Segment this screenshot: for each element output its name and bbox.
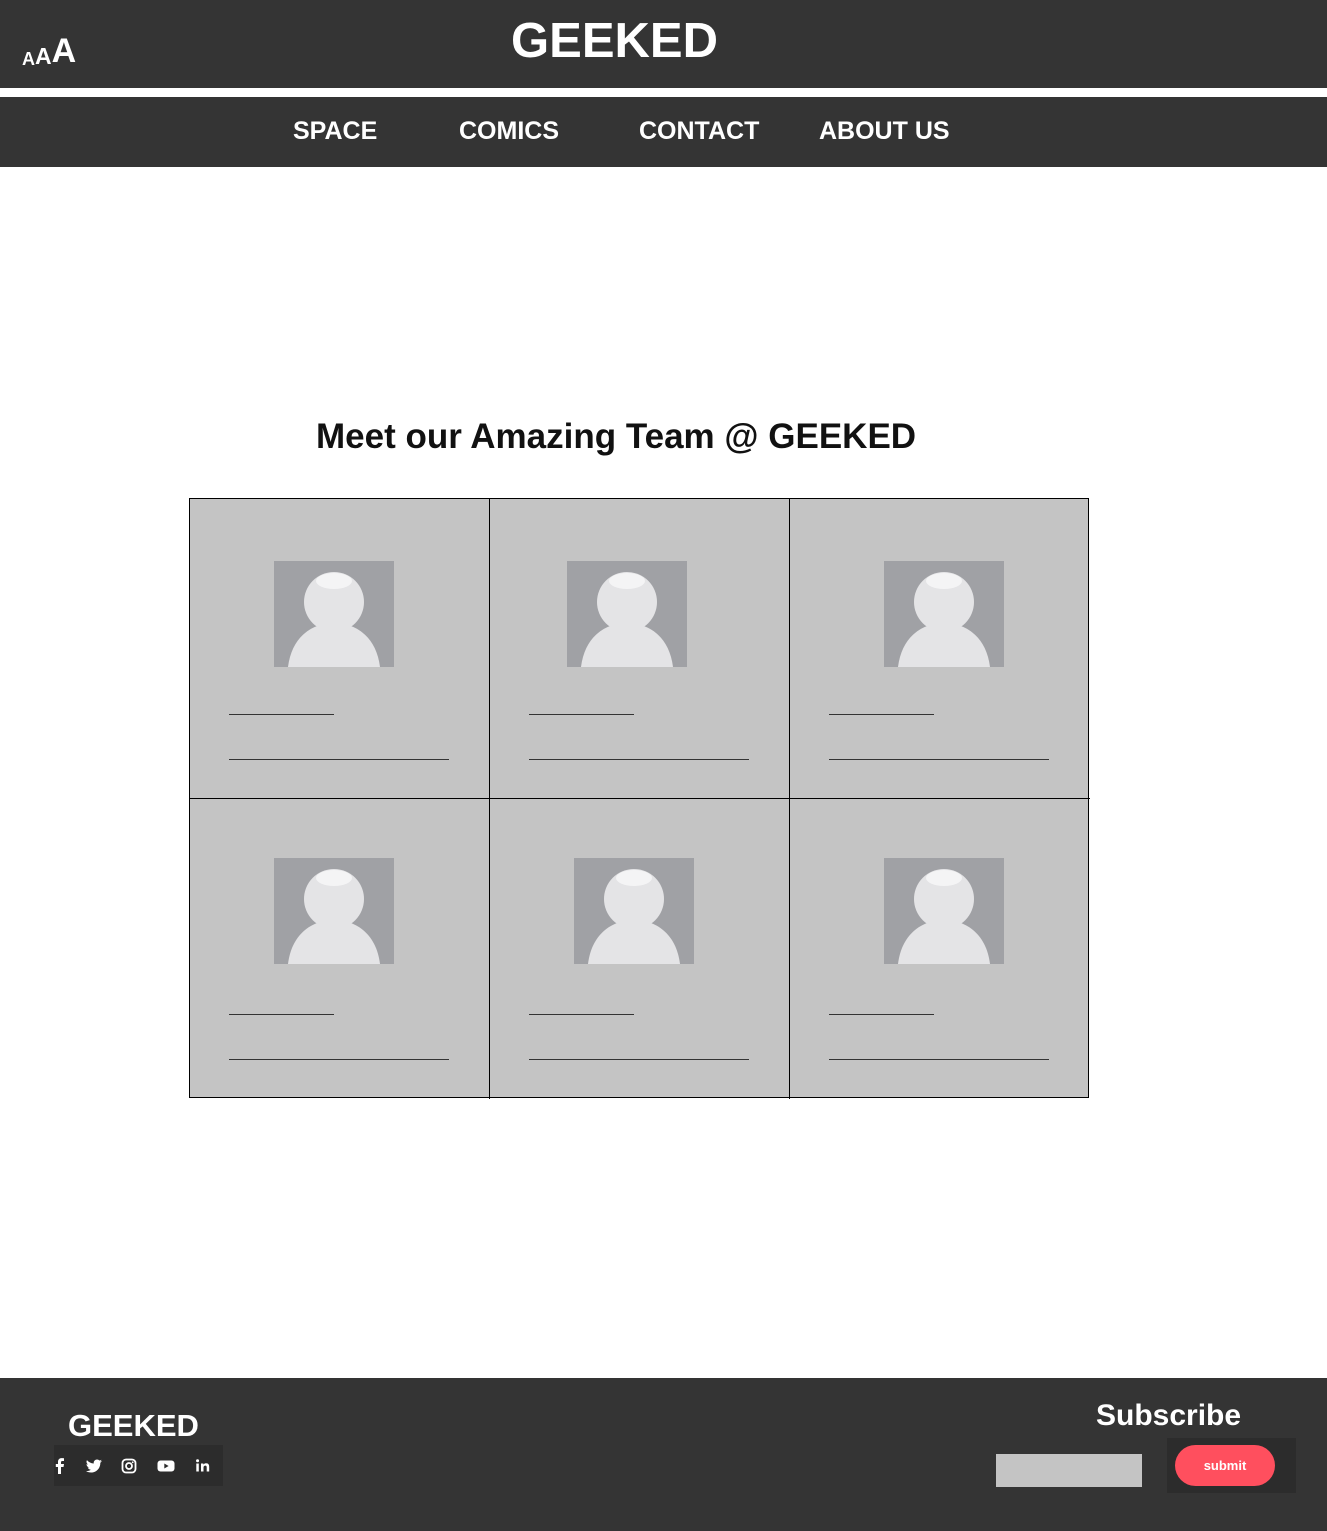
member-role-line	[829, 759, 1049, 760]
linkedin-icon[interactable]	[193, 1456, 213, 1476]
user-placeholder-icon	[274, 561, 394, 667]
submit-container: submit	[1167, 1438, 1296, 1493]
subscribe-title: Subscribe	[1096, 1399, 1242, 1432]
member-role-line	[229, 759, 449, 760]
facebook-icon[interactable]	[50, 1456, 70, 1476]
team-card	[790, 499, 1090, 799]
nav-item-comics[interactable]: COMICS	[459, 116, 559, 146]
footer: GEEKED Subscribe submit	[0, 1378, 1327, 1531]
nav-item-about-us[interactable]: ABOUT US	[819, 116, 950, 146]
user-placeholder-icon	[274, 858, 394, 964]
instagram-icon[interactable]	[119, 1456, 139, 1476]
member-role-line	[229, 1059, 449, 1060]
user-placeholder-icon	[884, 561, 1004, 667]
member-role-line	[529, 759, 749, 760]
team-card	[190, 799, 490, 1099]
member-name-line	[529, 714, 634, 715]
top-header: A A A GEEKED	[0, 0, 1327, 88]
team-card	[190, 499, 490, 799]
youtube-icon[interactable]	[156, 1456, 176, 1476]
team-heading: Meet our Amazing Team @ GEEKED	[316, 417, 917, 456]
subscribe-email-input[interactable]	[996, 1454, 1142, 1487]
team-grid	[189, 498, 1090, 1099]
nav-item-contact[interactable]: CONTACT	[639, 116, 759, 146]
member-name-line	[529, 1014, 634, 1015]
main-nav: SPACE COMICS CONTACT ABOUT US	[0, 97, 1327, 167]
nav-item-space[interactable]: SPACE	[293, 116, 377, 146]
member-name-line	[829, 1014, 934, 1015]
user-placeholder-icon	[574, 858, 694, 964]
member-role-line	[829, 1059, 1049, 1060]
team-card	[490, 499, 790, 799]
team-card	[490, 799, 790, 1099]
user-placeholder-icon	[884, 858, 1004, 964]
member-name-line	[829, 714, 934, 715]
team-card	[790, 799, 1090, 1099]
site-title[interactable]: GEEKED	[0, 14, 1229, 68]
member-name-line	[229, 714, 334, 715]
member-role-line	[529, 1059, 749, 1060]
footer-brand[interactable]: GEEKED	[68, 1408, 199, 1444]
user-placeholder-icon	[567, 561, 687, 667]
twitter-icon[interactable]	[84, 1456, 104, 1476]
submit-button[interactable]: submit	[1175, 1445, 1275, 1486]
social-links	[54, 1445, 223, 1486]
header-divider	[0, 88, 1327, 97]
member-name-line	[229, 1014, 334, 1015]
